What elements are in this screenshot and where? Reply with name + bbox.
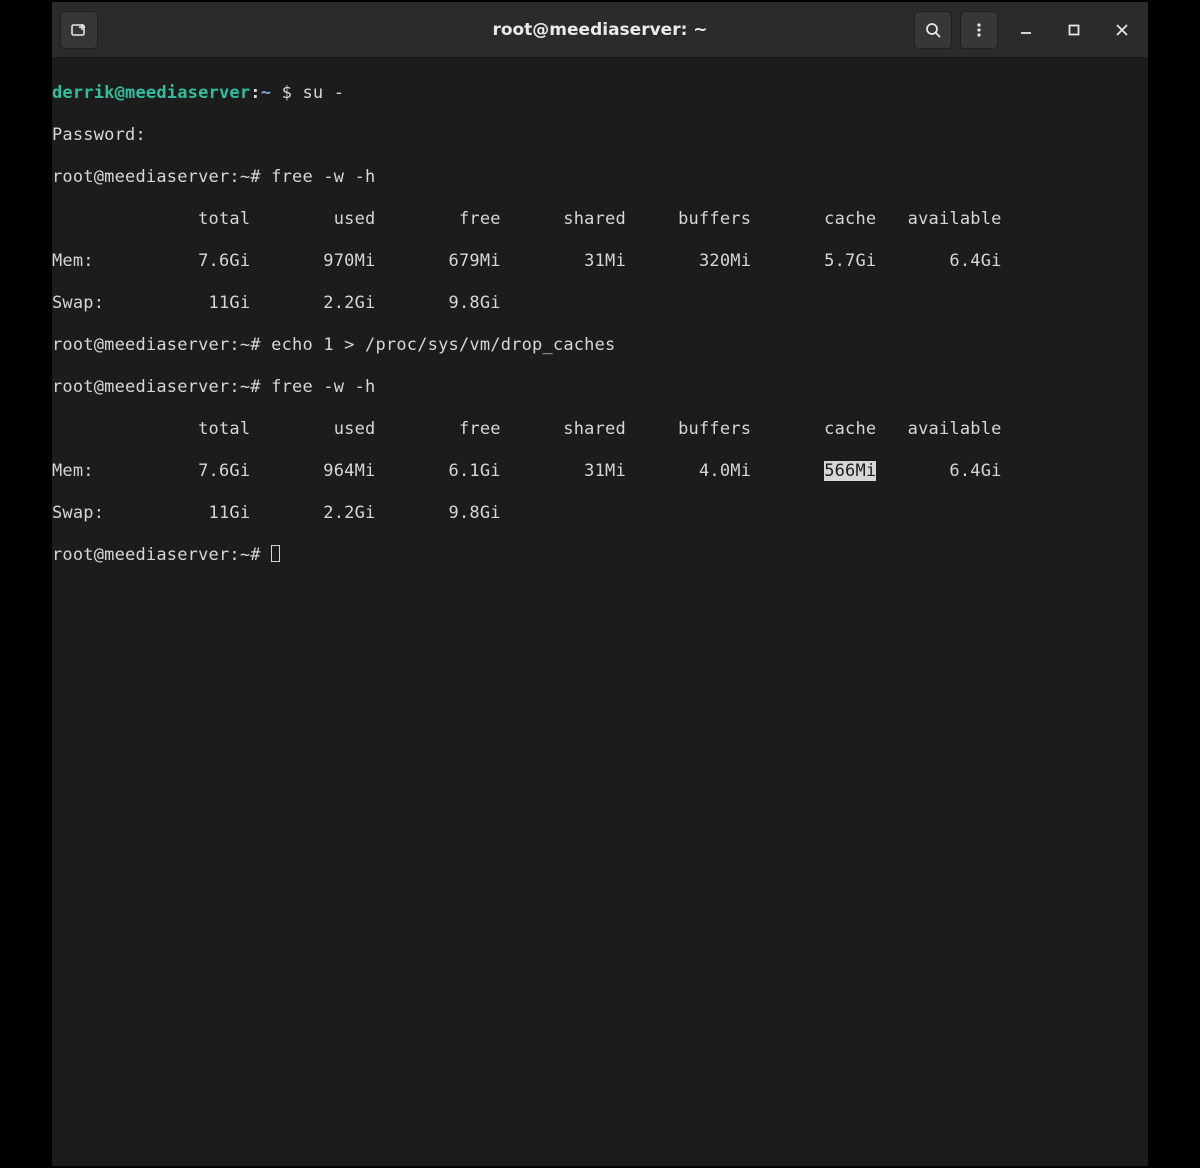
terminal-line: root@meediaserver:~# free -w -h	[52, 167, 1148, 188]
minimize-button[interactable]	[1006, 11, 1046, 49]
command-text	[261, 335, 271, 355]
free-mem-row: Mem: 7.6Gi 970Mi 679Mi 31Mi 320Mi 5.7Gi …	[52, 251, 1148, 272]
maximize-icon	[1067, 23, 1081, 37]
close-button[interactable]	[1102, 11, 1142, 49]
free-mem-pre: Mem: 7.6Gi 964Mi 6.1Gi 31Mi 4.0Mi	[52, 461, 824, 481]
selected-text: 566Mi	[824, 461, 876, 481]
command-text	[292, 83, 302, 103]
kebab-menu-icon	[970, 21, 988, 39]
free-header: total used free shared buffers cache ava…	[52, 419, 1148, 440]
terminal-line: root@meediaserver:~# free -w -h	[52, 377, 1148, 398]
command-text	[261, 377, 271, 397]
close-icon	[1115, 23, 1129, 37]
prompt-symbol	[271, 83, 281, 103]
prompt-path: ~	[261, 83, 271, 103]
terminal-line: root@meediaserver:~#	[52, 545, 1148, 566]
terminal-window: root@meediaserver: ~	[52, 2, 1148, 1166]
cursor	[271, 545, 280, 562]
free-mem-post: 6.4Gi	[876, 461, 1001, 481]
command-text: echo 1 > /proc/sys/vm/drop_caches	[271, 335, 615, 355]
maximize-button[interactable]	[1054, 11, 1094, 49]
command-text: su -	[302, 83, 344, 103]
command-text: free -w -h	[271, 377, 375, 397]
titlebar: root@meediaserver: ~	[52, 2, 1148, 58]
minimize-icon	[1019, 23, 1033, 37]
new-tab-icon	[70, 21, 88, 39]
prompt-root: root@meediaserver:~#	[52, 335, 261, 355]
search-icon	[924, 21, 942, 39]
free-swap-row: Swap: 11Gi 2.2Gi 9.8Gi	[52, 293, 1148, 314]
terminal-line: derrik@meediaserver:~ $ su -	[52, 83, 1148, 104]
spacer	[261, 545, 271, 565]
new-tab-button[interactable]	[60, 11, 98, 49]
menu-button[interactable]	[960, 11, 998, 49]
free-swap-row: Swap: 11Gi 2.2Gi 9.8Gi	[52, 503, 1148, 524]
terminal-body[interactable]: derrik@meediaserver:~ $ su - Password: r…	[52, 58, 1148, 1166]
prompt-root: root@meediaserver:~#	[52, 167, 261, 187]
command-text: free -w -h	[271, 167, 375, 187]
terminal-line: Password:	[52, 125, 1148, 146]
prompt-root: root@meediaserver:~#	[52, 545, 261, 565]
prompt-dollar: $	[282, 83, 292, 103]
prompt-sep: :	[250, 83, 260, 103]
search-button[interactable]	[914, 11, 952, 49]
free-mem-row: Mem: 7.6Gi 964Mi 6.1Gi 31Mi 4.0Mi 566Mi …	[52, 461, 1148, 482]
prompt-root: root@meediaserver:~#	[52, 377, 261, 397]
prompt-user: derrik@meediaserver	[52, 83, 250, 103]
free-header: total used free shared buffers cache ava…	[52, 209, 1148, 230]
terminal-line: root@meediaserver:~# echo 1 > /proc/sys/…	[52, 335, 1148, 356]
command-text	[261, 167, 271, 187]
